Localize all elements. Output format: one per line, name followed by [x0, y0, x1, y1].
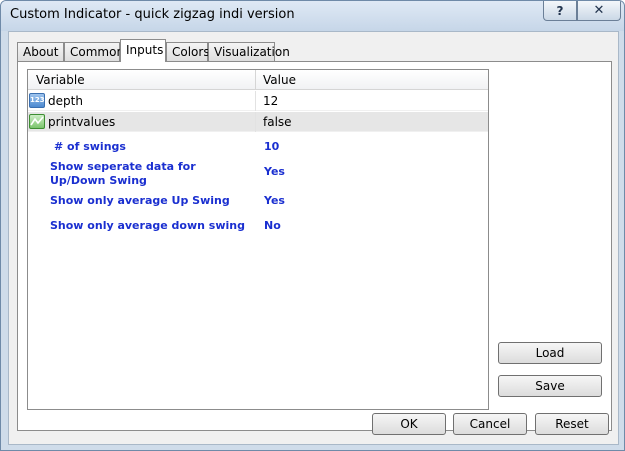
annotation-label: Show only average down swing [50, 219, 245, 232]
close-button[interactable]: ✕ [577, 1, 621, 21]
annotation-value: Yes [264, 165, 285, 178]
annotation-label: Show seperate data for Up/Down Swing [50, 160, 196, 187]
numeric-param-icon: 123 [29, 93, 45, 108]
grid-row-depth[interactable]: 123 depth 12 [28, 91, 488, 111]
grid-header: Variable Value [28, 70, 488, 90]
variable-value[interactable]: 12 [263, 94, 278, 108]
reset-button[interactable]: Reset [535, 413, 609, 435]
tab-colors[interactable]: Colors [166, 42, 210, 61]
boolean-param-icon [29, 114, 45, 129]
tab-common[interactable]: Common [64, 42, 124, 61]
cancel-button[interactable]: Cancel [453, 413, 527, 435]
annotation-value: No [264, 219, 281, 232]
annotation-label: Show only average Up Swing [50, 194, 230, 207]
dialog-body: About Common Inputs Colors Visualization… [8, 31, 619, 445]
help-button[interactable]: ? [543, 1, 577, 21]
tab-about[interactable]: About [17, 42, 64, 61]
grid-row-printvalues[interactable]: printvalues false [28, 112, 488, 132]
inputs-grid[interactable]: Variable Value 123 depth 12 printvalues … [27, 69, 489, 410]
column-header-variable[interactable]: Variable [36, 73, 85, 87]
window-title: Custom Indicator - quick zigzag indi ver… [10, 7, 295, 22]
boolean-param-glyph [30, 116, 44, 126]
cell-divider [255, 91, 256, 111]
annotation-value: 10 [264, 140, 280, 153]
variable-name: depth [48, 94, 83, 108]
cell-divider [255, 112, 256, 132]
tab-visualization[interactable]: Visualization [208, 42, 290, 61]
load-button[interactable]: Load [498, 342, 602, 364]
annotation-label: # of swings [54, 140, 126, 153]
save-button[interactable]: Save [498, 375, 602, 397]
dialog-window: Custom Indicator - quick zigzag indi ver… [0, 0, 625, 451]
ok-button[interactable]: OK [372, 413, 446, 435]
variable-name: printvalues [48, 115, 116, 129]
annotation-value: Yes [264, 194, 285, 207]
variable-value[interactable]: false [263, 115, 292, 129]
column-header-value[interactable]: Value [263, 73, 296, 87]
tab-inputs[interactable]: Inputs [120, 39, 166, 62]
column-divider[interactable] [255, 70, 256, 90]
title-bar: Custom Indicator - quick zigzag indi ver… [1, 1, 624, 31]
